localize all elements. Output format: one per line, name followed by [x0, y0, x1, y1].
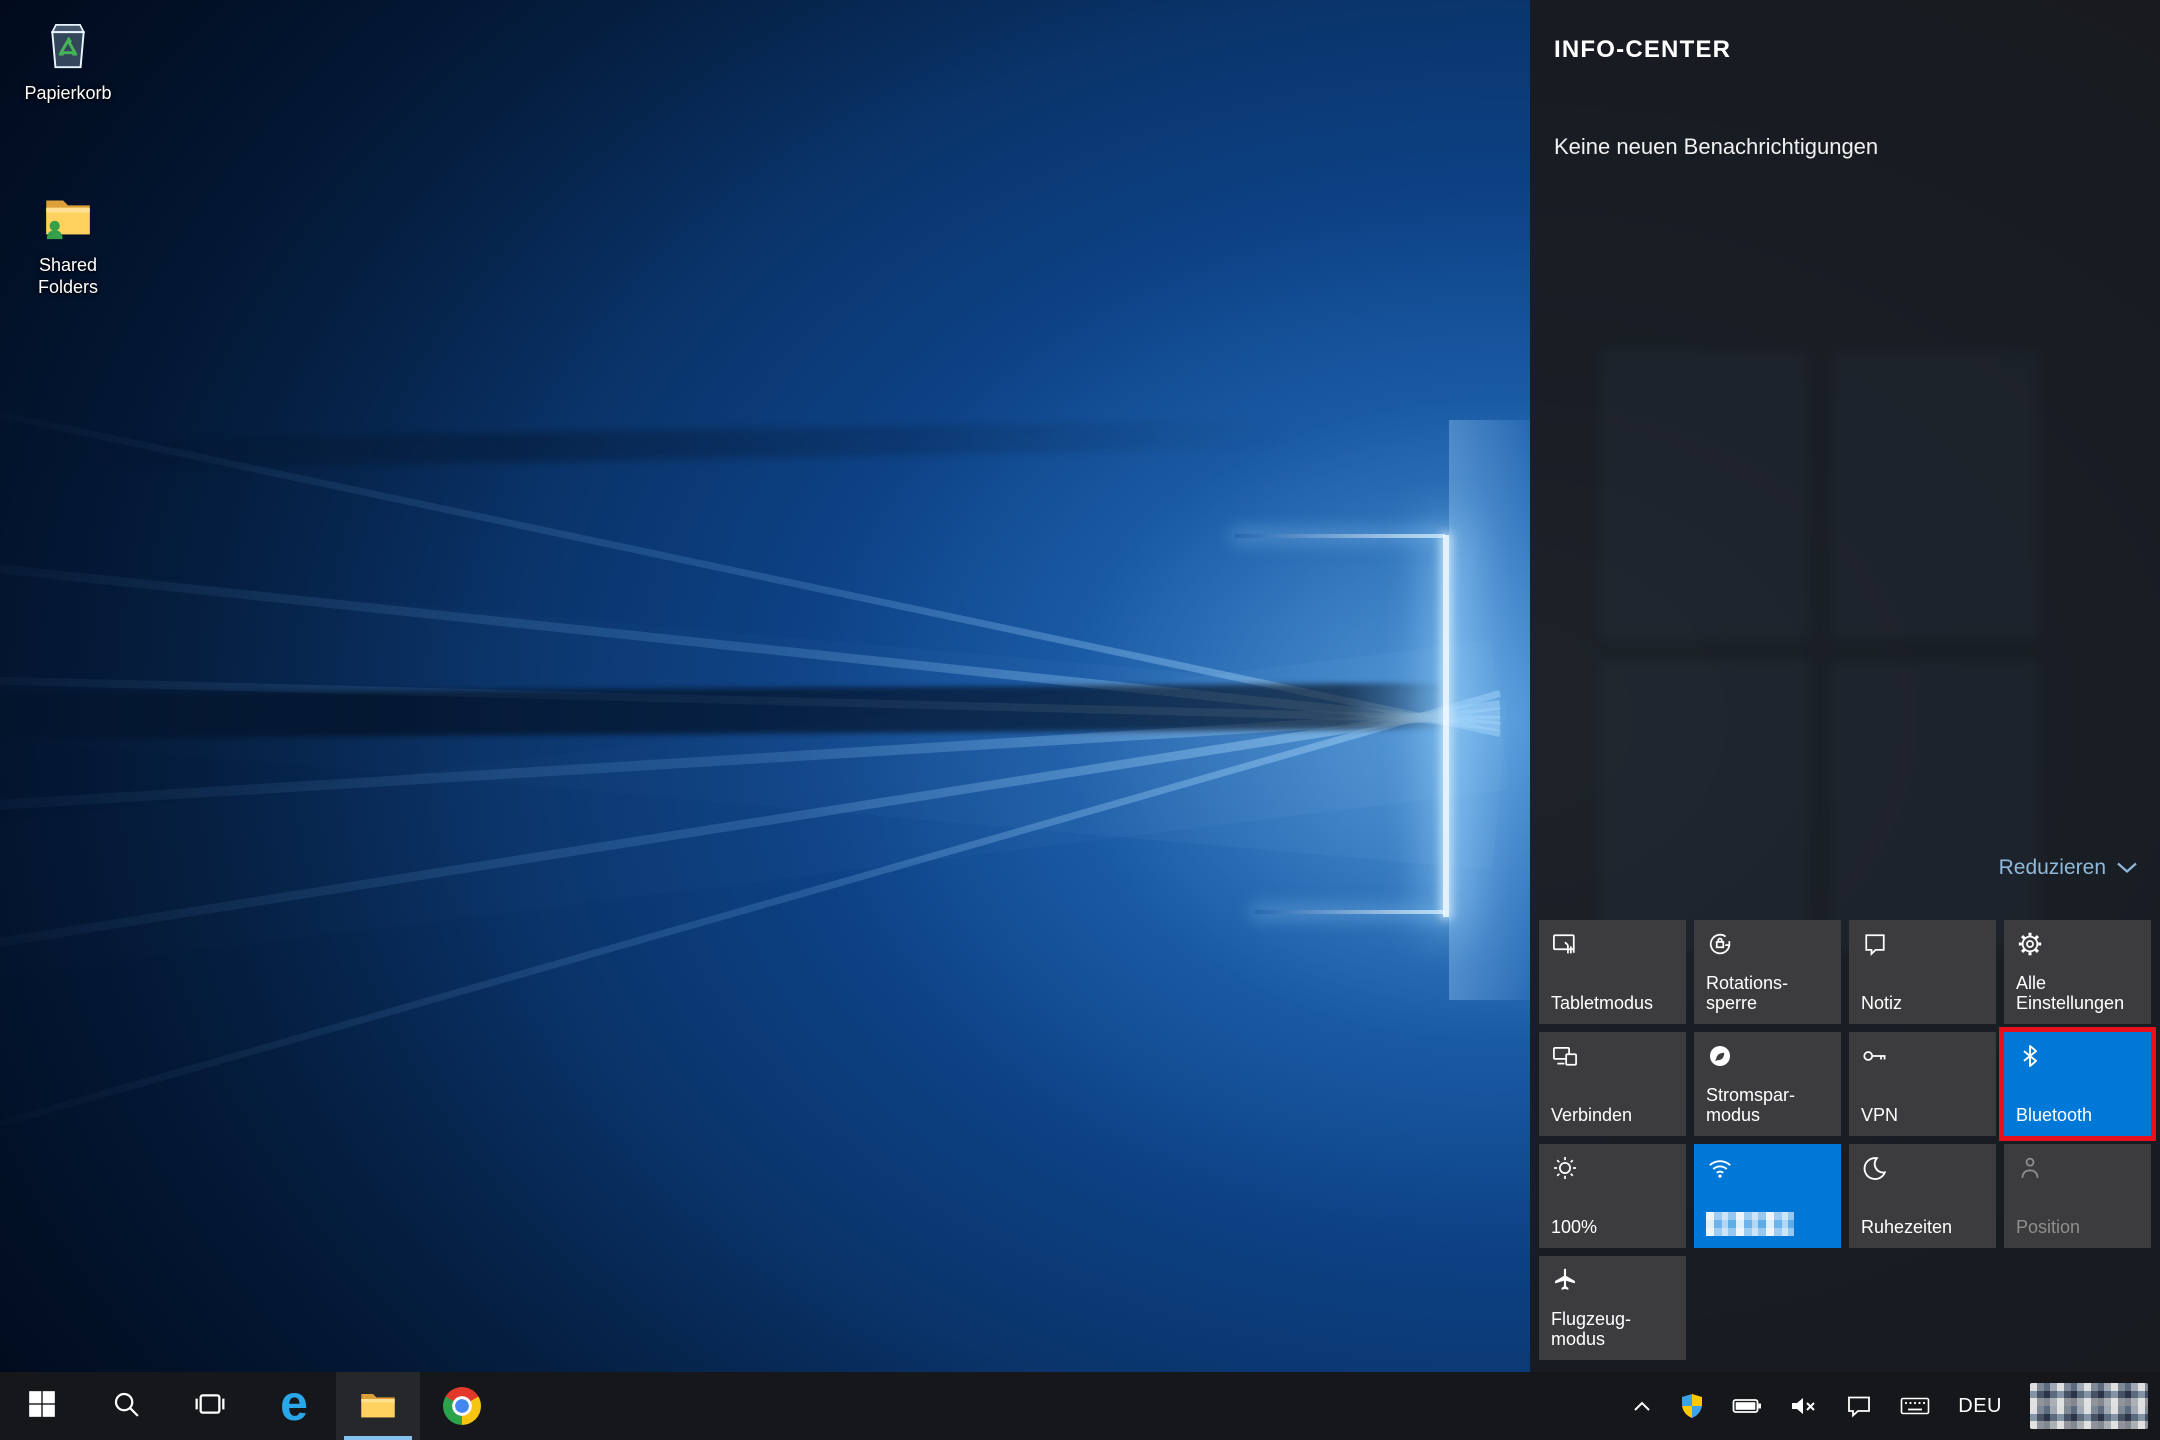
search-button[interactable] — [84, 1372, 168, 1440]
shared-folders-icon — [39, 186, 97, 250]
tile-label: Rotations-sperre — [1706, 973, 1829, 1014]
settings-gear-icon — [2016, 930, 2139, 958]
desktop-icon-label: Shared Folders — [13, 254, 123, 299]
wifi-network-name-redacted — [1706, 1212, 1794, 1236]
tile-label: Bluetooth — [2016, 1105, 2139, 1126]
clock-redacted[interactable] — [2030, 1383, 2148, 1429]
battery-saver-icon — [1706, 1042, 1829, 1070]
tile-brightness[interactable]: 100% — [1539, 1144, 1686, 1248]
windows-start-icon — [28, 1390, 56, 1423]
collapse-button[interactable]: Reduzieren — [1999, 856, 2138, 880]
wallpaper-ghost-panes — [1600, 350, 2040, 950]
chrome-button[interactable] — [420, 1372, 504, 1440]
window-edge-glow — [1235, 534, 1445, 538]
battery-icon[interactable] — [1732, 1396, 1762, 1416]
action-center-icon[interactable] — [1846, 1394, 1872, 1418]
collapse-label: Reduzieren — [1999, 856, 2106, 880]
file-explorer-icon — [358, 1387, 398, 1426]
tile-note[interactable]: Notiz — [1849, 920, 1996, 1024]
tablet-mode-icon — [1551, 930, 1674, 958]
tile-label: Stromspar-modus — [1706, 1085, 1829, 1126]
location-icon — [2016, 1154, 2139, 1182]
desktop-icon-shared-folders[interactable]: Shared Folders — [4, 186, 132, 299]
desktop-icon-label: Papierkorb — [24, 82, 111, 105]
tile-tablet-mode[interactable]: Tabletmodus — [1539, 920, 1686, 1024]
tile-bluetooth[interactable]: Bluetooth — [2004, 1032, 2151, 1136]
tile-label: Notiz — [1861, 993, 1984, 1014]
window-edge-glow — [1255, 910, 1445, 914]
vpn-icon — [1861, 1042, 1984, 1070]
edge-icon: e — [280, 1378, 308, 1428]
tile-label: Ruhezeiten — [1861, 1217, 1984, 1238]
tile-location: Position — [2004, 1144, 2151, 1248]
volume-muted-icon[interactable] — [1790, 1395, 1818, 1417]
taskbar: e — [0, 1372, 2160, 1440]
tile-rotation-lock[interactable]: Rotations-sperre — [1694, 920, 1841, 1024]
no-notifications-text: Keine neuen Benachrichtigungen — [1554, 134, 1878, 160]
tile-label: Position — [2016, 1217, 2139, 1238]
rotation-lock-icon — [1706, 930, 1829, 958]
quiet-hours-moon-icon — [1861, 1154, 1984, 1182]
task-view-icon — [194, 1388, 226, 1425]
tile-label: Tabletmodus — [1551, 993, 1674, 1014]
desktop-icon-recycle-bin[interactable]: Papierkorb — [4, 14, 132, 104]
tile-vpn[interactable]: VPN — [1849, 1032, 1996, 1136]
tile-quiet-hours[interactable]: Ruhezeiten — [1849, 1144, 1996, 1248]
window-edge-glow — [1443, 535, 1449, 917]
light-beam — [0, 690, 1501, 1143]
action-center-panel: INFO-CENTER Keine neuen Benachrichtigung… — [1530, 0, 2160, 1372]
defender-shield-icon[interactable] — [1680, 1393, 1704, 1419]
connect-icon — [1551, 1042, 1674, 1070]
start-button[interactable] — [0, 1372, 84, 1440]
tile-all-settings[interactable]: Alle Einstellungen — [2004, 920, 2151, 1024]
tile-airplane-mode[interactable]: Flugzeug-modus — [1539, 1256, 1686, 1360]
tray-expand-chevron-icon[interactable] — [1632, 1399, 1652, 1413]
task-view-button[interactable] — [168, 1372, 252, 1440]
recycle-bin-icon — [39, 14, 97, 78]
tile-label: Flugzeug-modus — [1551, 1309, 1674, 1350]
wifi-icon — [1706, 1154, 1829, 1182]
edge-button[interactable]: e — [252, 1372, 336, 1440]
file-explorer-button[interactable] — [336, 1372, 420, 1440]
action-center-title: INFO-CENTER — [1554, 36, 1731, 64]
bluetooth-icon — [2016, 1042, 2139, 1070]
wallpaper-dark-band — [0, 419, 1300, 472]
note-icon — [1861, 930, 1984, 958]
search-icon — [111, 1389, 141, 1424]
window-glow — [1449, 420, 1530, 1000]
wallpaper-dark-band — [0, 683, 1460, 739]
tile-label: Verbinden — [1551, 1105, 1674, 1126]
chevron-down-icon — [2116, 856, 2138, 880]
tile-connect[interactable]: Verbinden — [1539, 1032, 1686, 1136]
quick-actions-grid: Tabletmodus Rotations-sperre Notiz — [1539, 920, 2151, 1360]
tile-label: 100% — [1551, 1217, 1674, 1238]
tile-label: Alle Einstellungen — [2016, 973, 2139, 1014]
brightness-icon — [1551, 1154, 1674, 1182]
system-tray: DEU — [1632, 1372, 2160, 1440]
tile-label: VPN — [1861, 1105, 1984, 1126]
tile-battery-saver[interactable]: Stromspar-modus — [1694, 1032, 1841, 1136]
chrome-icon — [443, 1387, 481, 1425]
language-indicator[interactable]: DEU — [1958, 1395, 2002, 1418]
tile-wifi[interactable] — [1694, 1144, 1841, 1248]
touch-keyboard-icon[interactable] — [1900, 1395, 1930, 1417]
light-beam — [0, 700, 1501, 969]
airplane-icon — [1551, 1266, 1674, 1294]
